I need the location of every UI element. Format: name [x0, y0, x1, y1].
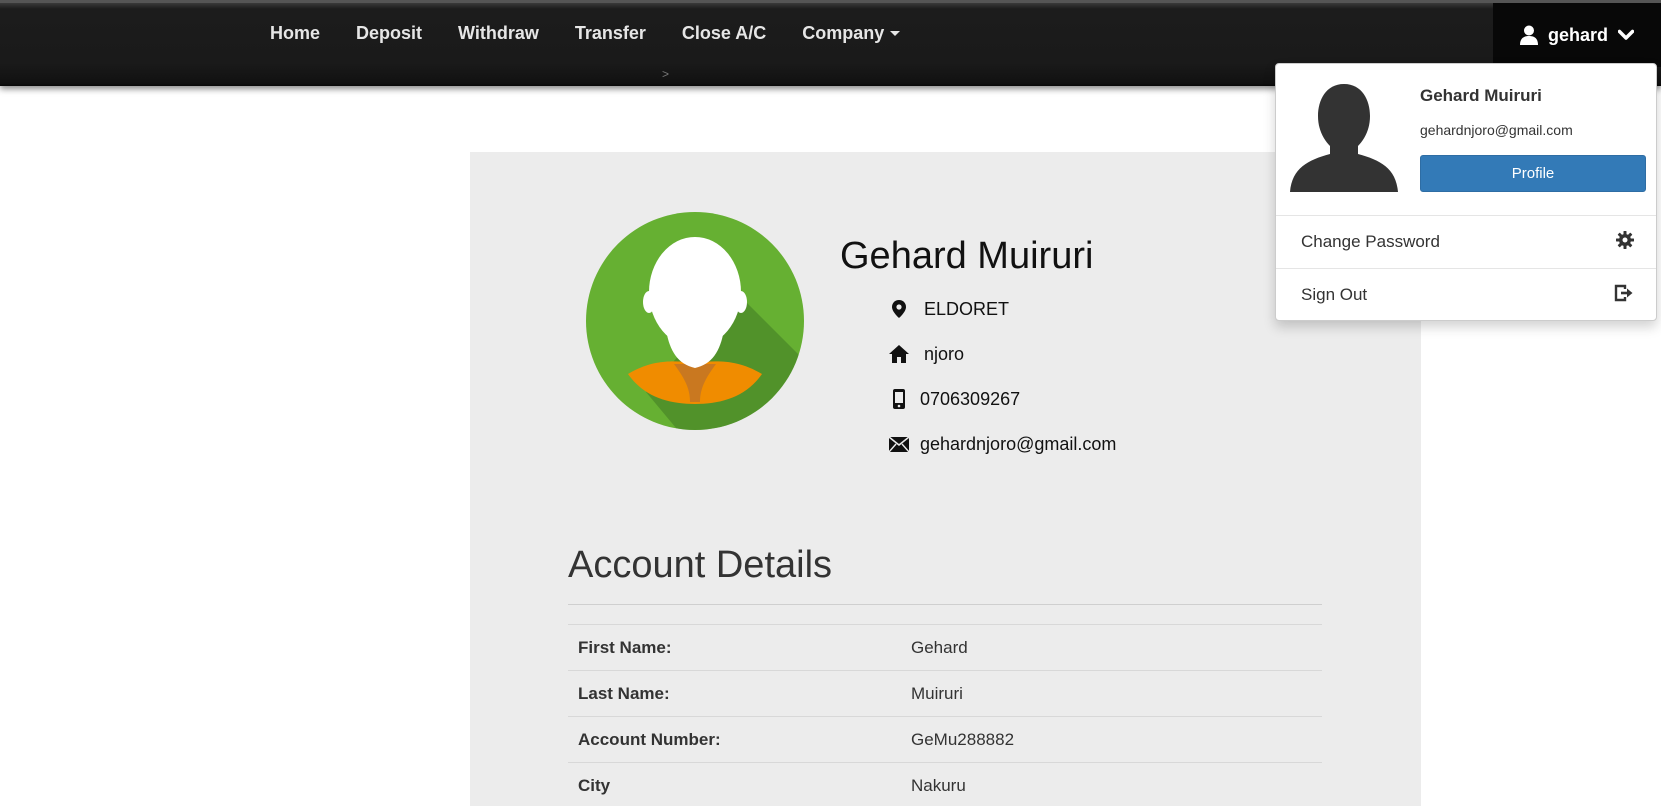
profile-name: Gehard Muiruri [840, 235, 1094, 277]
log-out-icon [1614, 284, 1634, 307]
last-name-value: Muiruri [901, 670, 1322, 717]
phone-text: 0706309267 [920, 388, 1021, 409]
table-row: Last Name: Muiruri [568, 670, 1322, 717]
location-text: ELDORET [924, 298, 1010, 319]
nav-company-label: Company [802, 23, 885, 43]
table-row: City Nakuru [568, 762, 1322, 806]
user-icon [1519, 25, 1538, 45]
nav-deposit[interactable]: Deposit [338, 23, 440, 44]
nav-close-account[interactable]: Close A/C [664, 23, 784, 44]
envelope-icon [888, 433, 910, 455]
user-dropdown-menu: Gehard Muiruri gehardnjoro@gmail.com Pro… [1275, 63, 1657, 321]
nav-links: Home Deposit Withdraw Transfer Close A/C… [252, 23, 918, 44]
city-value: Nakuru [901, 762, 1322, 806]
sign-out-item[interactable]: Sign Out [1276, 269, 1656, 321]
profile-button[interactable]: Profile [1420, 155, 1646, 192]
nav-transfer[interactable]: Transfer [557, 23, 664, 44]
last-name-label: Last Name: [568, 670, 901, 717]
email-row: gehardnjoro@gmail.com [888, 433, 1116, 455]
account-number-label: Account Number: [568, 716, 901, 763]
dropdown-user-email: gehardnjoro@gmail.com [1420, 122, 1573, 138]
dropdown-user-name: Gehard Muiruri [1420, 86, 1542, 105]
first-name-label: First Name: [568, 624, 901, 671]
change-password-label: Change Password [1301, 232, 1440, 251]
account-details-title: Account Details [568, 544, 833, 586]
table-row: Account Number: GeMu288882 [568, 716, 1322, 763]
change-password-item[interactable]: Change Password [1276, 216, 1656, 268]
dropdown-avatar [1288, 80, 1400, 192]
nav-company-dropdown[interactable]: Company [784, 23, 918, 44]
home-text: njoro [924, 343, 965, 364]
account-details-table: First Name: Gehard Last Name: Muiruri Ac… [568, 624, 1322, 806]
home-row: njoro [888, 343, 964, 365]
chevron-down-icon [1618, 29, 1634, 41]
phone-row: 0706309267 [888, 388, 1020, 410]
location-row: ELDORET [888, 298, 1009, 320]
user-menu-label: gehard [1547, 24, 1608, 45]
account-number-value: GeMu288882 [901, 716, 1322, 763]
phone-icon [888, 388, 910, 410]
nav-withdraw[interactable]: Withdraw [440, 23, 557, 44]
city-label: City [568, 762, 901, 806]
map-marker-icon [888, 298, 910, 320]
user-menu-toggle[interactable]: gehard [1493, 3, 1661, 67]
table-row: First Name: Gehard [568, 624, 1322, 671]
gear-icon [1616, 230, 1634, 254]
section-divider [568, 604, 1322, 605]
sign-out-label: Sign Out [1301, 285, 1368, 304]
caret-down-icon [890, 30, 901, 36]
breadcrumb-separator: > [662, 67, 670, 81]
home-icon [888, 343, 910, 365]
nav-home[interactable]: Home [252, 23, 338, 44]
email-text: gehardnjoro@gmail.com [920, 433, 1117, 454]
first-name-value: Gehard [901, 624, 1322, 671]
profile-avatar [586, 212, 804, 430]
